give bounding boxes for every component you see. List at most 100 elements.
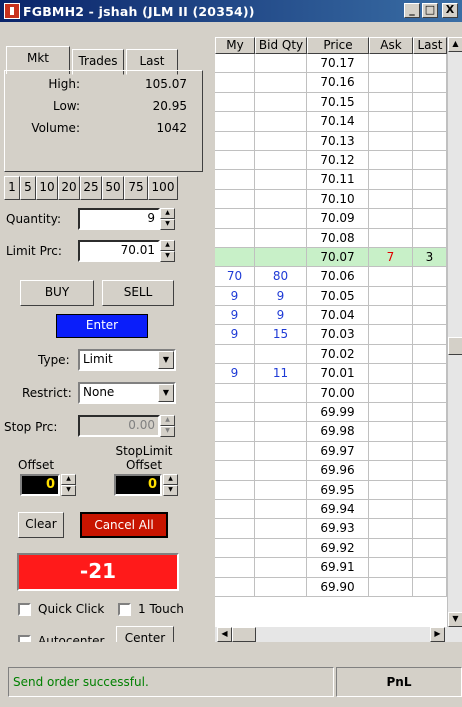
last-cell[interactable] (413, 403, 447, 423)
price-cell[interactable]: 70.03 (307, 325, 369, 345)
my-cell[interactable] (215, 189, 255, 210)
ask-cell[interactable] (369, 441, 413, 462)
quantity-field[interactable]: 9 (78, 208, 160, 230)
ask-cell[interactable]: 7 (369, 247, 413, 268)
table-row[interactable]: 9 9 70.05 (215, 286, 447, 307)
my-cell[interactable] (215, 441, 255, 462)
bid-qty-cell[interactable]: 80 (255, 267, 307, 287)
qty-button-50[interactable]: 50 (102, 176, 124, 200)
last-cell[interactable] (413, 383, 447, 404)
scroll-down-icon[interactable]: ▼ (448, 612, 462, 627)
last-cell[interactable] (413, 558, 447, 578)
table-row[interactable]: 70.16 (215, 73, 447, 93)
price-cell[interactable]: 70.14 (307, 112, 369, 132)
my-cell[interactable]: 9 (215, 286, 255, 307)
spin-down-icon[interactable]: ▼ (160, 219, 175, 230)
spin-down-icon[interactable]: ▼ (160, 426, 175, 437)
scroll-up-icon[interactable]: ▲ (448, 37, 462, 52)
last-cell[interactable] (413, 54, 447, 74)
qty-button-100[interactable]: 100 (148, 176, 178, 200)
table-row[interactable]: 70.09 (215, 209, 447, 229)
price-cell[interactable]: 70.15 (307, 92, 369, 113)
table-row[interactable]: 70.10 (215, 189, 447, 210)
price-cell[interactable]: 70.08 (307, 228, 369, 248)
table-row[interactable]: 70.14 (215, 112, 447, 132)
last-cell[interactable] (413, 422, 447, 442)
ask-cell[interactable] (369, 150, 413, 171)
price-cell[interactable]: 70.09 (307, 209, 369, 229)
bid-qty-cell[interactable] (255, 558, 307, 578)
vertical-scrollbar[interactable]: ▲ ▼ (447, 37, 462, 627)
qty-button-10[interactable]: 10 (36, 176, 58, 200)
price-cell[interactable]: 70.02 (307, 344, 369, 365)
ask-cell[interactable] (369, 558, 413, 578)
ask-cell[interactable] (369, 92, 413, 113)
price-cell[interactable]: 69.90 (307, 577, 369, 597)
my-cell[interactable] (215, 228, 255, 248)
last-cell[interactable] (413, 538, 447, 559)
ask-cell[interactable] (369, 131, 413, 151)
price-cell[interactable]: 69.94 (307, 499, 369, 520)
price-cell[interactable]: 69.91 (307, 558, 369, 578)
ask-cell[interactable] (369, 403, 413, 423)
table-row[interactable]: 69.95 (215, 480, 447, 500)
bid-qty-cell[interactable]: 9 (255, 306, 307, 326)
last-cell[interactable] (413, 92, 447, 113)
table-row[interactable]: 69.92 (215, 538, 447, 559)
ask-cell[interactable] (369, 519, 413, 539)
table-row[interactable]: 70.11 (215, 170, 447, 190)
last-cell[interactable] (413, 209, 447, 229)
price-cell[interactable]: 70.00 (307, 383, 369, 404)
my-cell[interactable] (215, 73, 255, 93)
table-row[interactable]: 70.12 (215, 150, 447, 171)
my-cell[interactable] (215, 383, 255, 404)
col-price[interactable]: Price (307, 37, 369, 54)
cancel-all-button[interactable]: Cancel All (80, 512, 168, 538)
table-row[interactable]: 69.90 (215, 577, 447, 597)
last-cell[interactable] (413, 150, 447, 171)
bid-qty-cell[interactable] (255, 247, 307, 268)
table-row[interactable]: 70.17 (215, 54, 447, 74)
spin-up-icon[interactable]: ▲ (160, 415, 175, 426)
last-cell[interactable] (413, 344, 447, 365)
price-cell[interactable]: 69.96 (307, 461, 369, 481)
hscroll-thumb[interactable] (232, 627, 256, 642)
table-row[interactable]: 70.07 7 3 (215, 247, 447, 268)
stoplimit-offset-spinner[interactable]: ▲ ▼ (163, 474, 178, 496)
scroll-thumb[interactable] (448, 337, 462, 355)
my-cell[interactable]: 9 (215, 325, 255, 345)
ask-cell[interactable] (369, 383, 413, 404)
last-cell[interactable] (413, 112, 447, 132)
ask-cell[interactable] (369, 499, 413, 520)
bid-qty-cell[interactable] (255, 54, 307, 74)
ask-cell[interactable] (369, 267, 413, 287)
bid-qty-cell[interactable]: 9 (255, 286, 307, 307)
last-cell[interactable] (413, 364, 447, 384)
table-row[interactable]: 69.93 (215, 519, 447, 539)
col-my[interactable]: My (215, 37, 255, 54)
my-cell[interactable] (215, 170, 255, 190)
chevron-down-icon[interactable]: ▼ (158, 384, 174, 402)
last-cell[interactable] (413, 519, 447, 539)
price-cell[interactable]: 69.99 (307, 403, 369, 423)
price-cell[interactable]: 69.93 (307, 519, 369, 539)
price-cell[interactable]: 70.06 (307, 267, 369, 287)
bid-qty-cell[interactable] (255, 170, 307, 190)
last-cell[interactable] (413, 286, 447, 307)
bid-qty-cell[interactable] (255, 461, 307, 481)
my-cell[interactable] (215, 480, 255, 500)
quantity-spinner[interactable]: ▲ ▼ (160, 208, 175, 230)
bid-qty-cell[interactable] (255, 150, 307, 171)
restrict-select[interactable]: None ▼ (78, 382, 176, 404)
ask-cell[interactable] (369, 306, 413, 326)
ask-cell[interactable] (369, 286, 413, 307)
qty-button-1[interactable]: 1 (4, 176, 20, 200)
col-ask[interactable]: Ask (369, 37, 413, 54)
title-bar[interactable]: FGBMH2 - jshah (JLM II (20354)) _ □ X (0, 0, 462, 22)
minimize-button[interactable]: _ (404, 3, 420, 18)
ask-cell[interactable] (369, 170, 413, 190)
table-row[interactable]: 9 9 70.04 (215, 306, 447, 326)
last-cell[interactable] (413, 170, 447, 190)
bid-qty-cell[interactable] (255, 519, 307, 539)
price-cell[interactable]: 69.95 (307, 480, 369, 500)
